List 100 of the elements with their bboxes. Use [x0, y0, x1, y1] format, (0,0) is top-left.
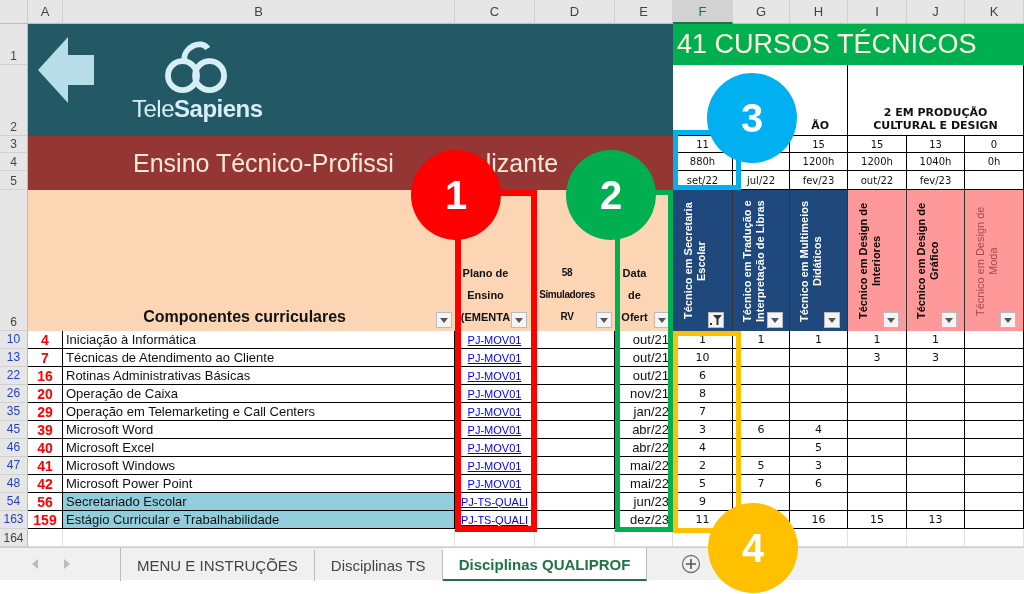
- table-cell: 13: [907, 511, 965, 529]
- row-header[interactable]: 46: [0, 439, 28, 457]
- row-header[interactable]: 164: [0, 529, 28, 547]
- column-header[interactable]: F: [673, 0, 733, 24]
- column-header[interactable]: G: [733, 0, 790, 24]
- table-cell: 42: [28, 475, 63, 493]
- filter-dropdown[interactable]: [436, 312, 452, 328]
- row-header[interactable]: 4: [0, 153, 28, 171]
- row-header[interactable]: 47: [0, 457, 28, 475]
- table-cell: 3: [848, 349, 907, 367]
- row-header[interactable]: 22: [0, 367, 28, 385]
- table-cell: 4: [790, 421, 848, 439]
- add-sheet-icon[interactable]: [681, 554, 702, 574]
- sheet-tab[interactable]: Disciplinas TS: [314, 550, 443, 581]
- table-cell: Microsoft Excel: [63, 439, 455, 457]
- column-label: 58 Simuladores RV: [539, 266, 595, 324]
- filter-dropdown[interactable]: [708, 312, 724, 328]
- filter-dropdown[interactable]: [999, 312, 1016, 328]
- row-header[interactable]: 6: [0, 190, 28, 331]
- column-header[interactable]: J: [907, 0, 965, 24]
- link[interactable]: PJ-TS-QUALI: [460, 495, 529, 508]
- column-header[interactable]: D: [535, 0, 615, 24]
- row-header[interactable]: 35: [0, 403, 28, 421]
- table-cell: 1: [848, 331, 907, 349]
- column-header[interactable]: C: [455, 0, 535, 24]
- table-cell: jan/22: [615, 403, 673, 421]
- course-name: Técnico em Design de Gráfico: [915, 201, 941, 321]
- row-header[interactable]: 3: [0, 136, 28, 153]
- link[interactable]: PJ-TS-QUALI: [460, 513, 529, 526]
- caret-icon: [886, 317, 895, 323]
- caret-icon: [515, 317, 524, 323]
- link[interactable]: PJ-MOV01: [467, 333, 522, 346]
- table-cell: 1: [907, 331, 965, 349]
- row-header[interactable]: 1: [0, 24, 28, 65]
- column-header[interactable]: H: [790, 0, 848, 24]
- column-label: Plano de Ensino (EMENTA: [460, 266, 511, 325]
- column-header[interactable]: K: [965, 0, 1024, 24]
- table-cell: 5: [733, 457, 790, 475]
- filter-dropdown[interactable]: [766, 312, 783, 328]
- sheet-tab[interactable]: Disciplinas QUALIPROF: [442, 548, 648, 581]
- caret-icon: [828, 317, 836, 323]
- table-cell: Técnicas de Atendimento ao Cliente: [63, 349, 455, 367]
- row-header[interactable]: 13: [0, 349, 28, 367]
- filter-dropdown[interactable]: [511, 312, 528, 328]
- filter-dropdown[interactable]: [941, 312, 957, 328]
- column-header[interactable]: A: [28, 0, 63, 24]
- table-cell: 5: [790, 439, 848, 457]
- caret-icon: [440, 317, 448, 323]
- column-header[interactable]: E: [615, 0, 673, 24]
- table-cell: Secretariado Escolar: [63, 493, 455, 511]
- row-header[interactable]: 54: [0, 493, 28, 511]
- table-cell: out/21: [615, 349, 673, 367]
- row-header[interactable]: 26: [0, 385, 28, 403]
- annotation-marker: 4: [708, 503, 798, 593]
- table-cell: Rotinas Administrativas Básicas: [63, 367, 455, 385]
- sheet-title: Ensino Técnico-Profissi: [133, 148, 394, 178]
- link[interactable]: PJ-MOV01: [467, 351, 522, 364]
- table-cell: abr/22: [615, 421, 673, 439]
- table-cell: Microsoft Windows: [63, 457, 455, 475]
- table-cell: Microsoft Word: [63, 421, 455, 439]
- course-name: Técnico em Tradução e Interpretação de Libras: [740, 198, 767, 324]
- column-label: Componentes curriculares: [143, 307, 346, 327]
- table-cell: 4: [28, 331, 63, 349]
- table-cell: 4: [673, 439, 733, 457]
- link[interactable]: PJ-MOV01: [467, 459, 522, 472]
- column-header[interactable]: B: [63, 0, 455, 24]
- table-cell: 1: [733, 331, 790, 349]
- row-header[interactable]: 2: [0, 65, 28, 136]
- link[interactable]: PJ-MOV01: [467, 441, 522, 454]
- link[interactable]: PJ-MOV01: [467, 369, 522, 382]
- link[interactable]: PJ-MOV01: [467, 405, 522, 418]
- table-cell: 41: [28, 457, 63, 475]
- table-cell: 29: [28, 403, 63, 421]
- table-cell: 3: [907, 349, 965, 367]
- link[interactable]: PJ-MOV01: [467, 423, 522, 436]
- filter-icon: [710, 315, 722, 325]
- link[interactable]: PJ-MOV01: [467, 477, 522, 490]
- table-cell: mai/22: [615, 457, 673, 475]
- table-cell: 6: [790, 475, 848, 493]
- link[interactable]: PJ-MOV01: [467, 387, 522, 400]
- filter-dropdown[interactable]: [595, 312, 612, 328]
- row-header[interactable]: 10: [0, 331, 28, 349]
- filter-dropdown[interactable]: [824, 312, 840, 328]
- row-header[interactable]: 5: [0, 171, 28, 190]
- table-cell: 20: [28, 385, 63, 403]
- caret-icon: [1003, 317, 1012, 323]
- row-header[interactable]: 48: [0, 475, 28, 493]
- filter-dropdown[interactable]: [882, 312, 899, 328]
- row-header[interactable]: 45: [0, 421, 28, 439]
- caret-icon: [599, 317, 608, 323]
- table-cell: 0h: [965, 153, 1024, 171]
- back-arrow-icon[interactable]: [38, 37, 94, 103]
- column-header[interactable]: I: [848, 0, 907, 24]
- logo-text: TeleSapiens: [132, 95, 263, 123]
- sheet-tab[interactable]: MENU E INSTRUÇÕES: [121, 550, 315, 581]
- table-cell: 13: [907, 136, 965, 153]
- table-cell: dez/23: [615, 511, 673, 529]
- table-cell: 16: [28, 367, 63, 385]
- row-header[interactable]: 163: [0, 511, 28, 529]
- caret-icon: [770, 317, 779, 323]
